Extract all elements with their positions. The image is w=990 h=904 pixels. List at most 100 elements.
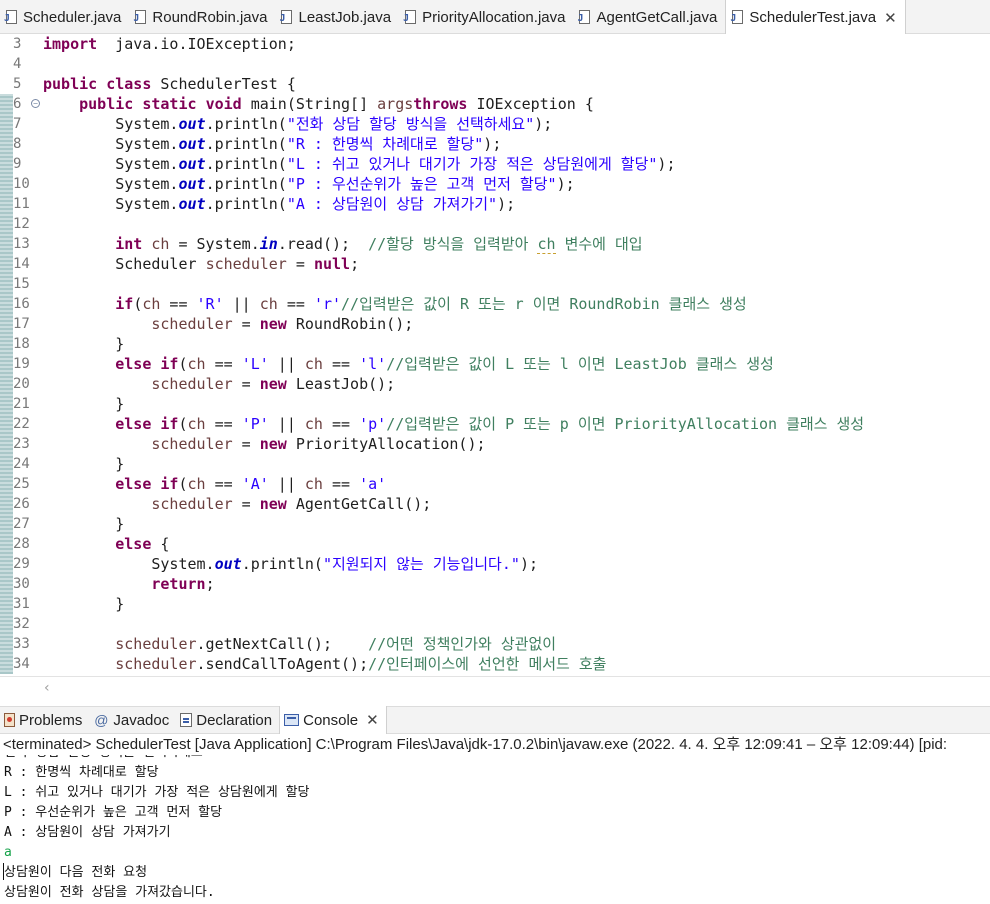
view-tab-problems[interactable]: Problems	[0, 706, 89, 734]
code-text: System.out.println("A : 상담원이 상담 가져가기");	[43, 195, 516, 213]
close-icon[interactable]: ✕	[366, 711, 379, 729]
code-line[interactable]: 13 int ch = System.in.read(); //할당 방식을 입…	[0, 234, 990, 254]
code-text: public static void main(String[] argsthr…	[79, 95, 594, 113]
line-number: 16	[13, 296, 30, 312]
code-text: scheduler.sendCallToAgent();//인터페이스에 선언한…	[115, 655, 607, 673]
code-line[interactable]: 3 import java.io.IOException;	[0, 34, 990, 54]
code-line[interactable]: 30 return;	[0, 574, 990, 594]
code-text: public class SchedulerTest {	[43, 75, 296, 93]
code-line[interactable]: 15	[0, 274, 990, 294]
code-line[interactable]: 27 }	[0, 514, 990, 534]
line-number: 22	[13, 416, 30, 432]
code-line[interactable]: 14 Scheduler scheduler = null;	[0, 254, 990, 274]
code-text: else if(ch == 'A' || ch == 'a'	[115, 475, 387, 493]
line-number: 32	[13, 616, 30, 632]
line-number: 28	[13, 536, 30, 552]
line-number: 8	[13, 136, 22, 152]
java-file-icon: J	[4, 9, 18, 25]
code-line[interactable]: 9 System.out.println("L : 쉬고 있거나 대기가 가장 …	[0, 154, 990, 174]
code-line[interactable]: 34 scheduler.sendCallToAgent();//인터페이스에 …	[0, 654, 990, 674]
code-line[interactable]: 12	[0, 214, 990, 234]
console-input-line: a	[4, 845, 12, 860]
line-number: 34	[13, 656, 30, 672]
code-line[interactable]: 22 else if(ch == 'P' || ch == 'p'//입력받은 …	[0, 414, 990, 434]
code-editor[interactable]: 3 import java.io.IOException; 4 5 public cla…	[0, 34, 990, 676]
editor-tab[interactable]: J AgentGetCall.java	[573, 0, 725, 34]
code-line[interactable]: 33 scheduler.getNextCall(); //어떤 정책인가와 상…	[0, 634, 990, 654]
line-number: 30	[13, 576, 30, 592]
code-line[interactable]: 23 scheduler = new PriorityAllocation();	[0, 434, 990, 454]
horizontal-scrollbar[interactable]: ‹	[0, 676, 990, 702]
line-number: 31	[13, 596, 30, 612]
code-line[interactable]: 28 else {	[0, 534, 990, 554]
line-number: 27	[13, 516, 30, 532]
code-text: System.out.println("P : 우선순위가 높은 고객 먼저 할…	[43, 175, 575, 193]
code-line[interactable]: 24 }	[0, 454, 990, 474]
view-tab-declaration[interactable]: Declaration	[176, 706, 279, 734]
code-line[interactable]: 8 System.out.println("R : 한명씩 차례대로 할당");	[0, 134, 990, 154]
code-text: }	[43, 395, 125, 413]
code-text: import java.io.IOException;	[43, 35, 296, 53]
console-icon	[284, 714, 300, 726]
fold-toggle-icon[interactable]: −	[31, 99, 40, 108]
java-file-icon: J	[279, 9, 293, 25]
line-number: 33	[13, 636, 30, 652]
editor-tab[interactable]: J Scheduler.java	[0, 0, 129, 34]
code-line[interactable]: 20 scheduler = new LeastJob();	[0, 374, 990, 394]
code-line[interactable]: 31 }	[0, 594, 990, 614]
line-number: 13	[13, 236, 30, 252]
code-text: int ch = System.in.read(); //할당 방식을 입력받아…	[115, 235, 643, 254]
code-line[interactable]: 16 if(ch == 'R' || ch == 'r'//입력받은 값이 R …	[0, 294, 990, 314]
editor-tab-label: PriorityAllocation.java	[422, 8, 566, 26]
line-number: 18	[13, 336, 30, 352]
code-line[interactable]: 10 System.out.println("P : 우선순위가 높은 고객 먼…	[0, 174, 990, 194]
line-number: 25	[13, 476, 30, 492]
code-line[interactable]: 21 }	[0, 394, 990, 414]
code-text: System.out.println("R : 한명씩 차례대로 할당");	[43, 135, 502, 153]
code-line[interactable]: 4	[0, 54, 990, 74]
code-line[interactable]: 19 else if(ch == 'L' || ch == 'l'//입력받은 …	[0, 354, 990, 374]
java-file-icon: J	[730, 10, 744, 25]
console-output-line: 상담원이 다음 전화 요청	[4, 865, 148, 880]
editor-tab[interactable]: J LeastJob.java	[275, 0, 399, 34]
line-number: 29	[13, 556, 30, 572]
code-line[interactable]: 32	[0, 614, 990, 634]
line-number: 17	[13, 316, 30, 332]
console-output-line: P : 우선순위가 높은 고객 먼저 할당	[4, 805, 223, 820]
code-text: System.out.println("전화 상담 할당 방식을 선택하세요")…	[43, 115, 553, 133]
code-text: else if(ch == 'P' || ch == 'p'//입력받은 값이 …	[115, 415, 865, 433]
scroll-left-icon[interactable]: ‹	[44, 680, 50, 696]
code-text: }	[43, 335, 125, 353]
view-tab-console[interactable]: Console ✕	[279, 706, 387, 734]
javadoc-icon: @	[94, 712, 109, 728]
code-line[interactable]: 18 }	[0, 334, 990, 354]
code-line[interactable]: 7 System.out.println("전화 상담 할당 방식을 선택하세요…	[0, 114, 990, 134]
editor-tab[interactable]: J SchedulerTest.java ✕	[725, 0, 906, 35]
editor-tab[interactable]: J PriorityAllocation.java	[399, 0, 573, 34]
console-output-line: 전화 상담 할당 방식을 선택하세요	[4, 755, 203, 763]
code-text: System.out.println("L : 쉬고 있거나 대기가 가장 적은…	[43, 155, 676, 173]
code-text: scheduler = new LeastJob();	[151, 375, 396, 393]
code-line[interactable]: 5 public class SchedulerTest {	[0, 74, 990, 94]
editor-tab[interactable]: J RoundRobin.java	[129, 0, 275, 34]
line-number: 23	[13, 436, 30, 452]
code-line[interactable]: 11 System.out.println("A : 상담원이 상담 가져가기"…	[0, 194, 990, 214]
line-number: 9	[13, 156, 22, 172]
code-line[interactable]: 6− public static void main(String[] args…	[0, 94, 990, 114]
code-text: scheduler = new PriorityAllocation();	[151, 435, 486, 453]
line-number: 3	[13, 36, 22, 52]
editor-tab-label: RoundRobin.java	[152, 8, 268, 26]
code-line[interactable]: 26 scheduler = new AgentGetCall();	[0, 494, 990, 514]
code-line[interactable]: 17 scheduler = new RoundRobin();	[0, 314, 990, 334]
code-text: }	[43, 595, 125, 613]
line-number: 15	[13, 276, 30, 292]
code-text: scheduler = new AgentGetCall();	[151, 495, 432, 513]
code-line[interactable]: 29 System.out.println("지원되지 않는 기능입니다.");	[0, 554, 990, 574]
code-line[interactable]: 25 else if(ch == 'A' || ch == 'a'	[0, 474, 990, 494]
console-output[interactable]: 전화 상담 할당 방식을 선택하세요 R : 한명씩 차례대로 할당 L : 쉬고 …	[0, 755, 990, 904]
line-number: 26	[13, 496, 30, 512]
editor-tab-label: AgentGetCall.java	[596, 8, 718, 26]
close-icon[interactable]: ✕	[884, 9, 897, 27]
code-text: if(ch == 'R' || ch == 'r'//입력받은 값이 R 또는 …	[115, 295, 747, 313]
view-tab-javadoc[interactable]: @ Javadoc	[89, 706, 176, 734]
